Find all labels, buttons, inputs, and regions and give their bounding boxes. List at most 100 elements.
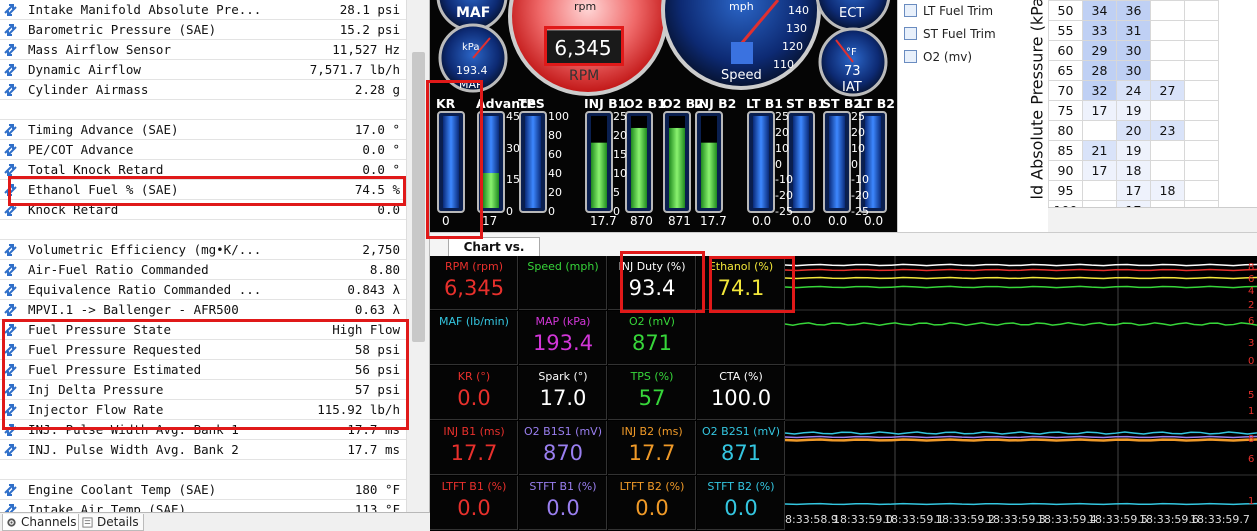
channel-row[interactable]: Timing Advance (SAE) 17.0 ° [0, 120, 406, 140]
readout-value: 0.0 [457, 386, 491, 410]
map-table-cell[interactable]: 29 [1082, 40, 1117, 61]
channel-arrows-icon [4, 284, 17, 296]
map-table-cell[interactable] [1184, 120, 1219, 141]
map-table-cell[interactable] [1150, 60, 1185, 81]
channel-row[interactable]: Total Knock Retard 0.0 ° [0, 160, 406, 180]
map-kpa-header[interactable]: 65 [1048, 60, 1083, 81]
map-table-cell[interactable]: 36 [1116, 0, 1151, 21]
map-kpa-header[interactable]: 60 [1048, 40, 1083, 61]
map-table-cell[interactable]: 17 [1116, 180, 1151, 201]
channel-row[interactable]: Intake Manifold Absolute Pre... 28.1 psi [0, 0, 406, 20]
map-table-cell[interactable] [1150, 20, 1185, 41]
map-kpa-header[interactable]: 85 [1048, 140, 1083, 161]
param-item-label: LT Fuel Trim [923, 4, 994, 18]
parameter-list: LT Fuel Trim ST Fuel Trim O2 (mv) [897, 0, 1022, 232]
channel-row[interactable]: INJ. Pulse Width Avg. Bank 1 17.7 ms [0, 420, 406, 440]
map-kpa-header[interactable]: 75 [1048, 100, 1083, 121]
map-kpa-header[interactable]: 50 [1048, 0, 1083, 21]
channel-row[interactable]: Engine Coolant Temp (SAE) 180 °F [0, 480, 406, 500]
bar-fill [631, 127, 647, 208]
channel-row[interactable]: Air-Fuel Ratio Commanded 8.80 [0, 260, 406, 280]
param-item-lt-fuel-trim[interactable]: LT Fuel Trim [904, 4, 993, 24]
map-kpa-header[interactable]: 80 [1048, 120, 1083, 141]
channel-row[interactable]: Fuel Pressure Estimated 56 psi [0, 360, 406, 380]
channel-row[interactable]: MPVI.1 -> Ballenger - AFR500 0.63 λ [0, 300, 406, 320]
tab-details[interactable]: Details [78, 514, 144, 531]
readout-cell: LTFT B2 (%) 0.0 [608, 476, 696, 530]
chart-edge-tick: 1 [1248, 406, 1255, 417]
channel-row[interactable]: Dynamic Airflow 7,571.7 lb/h [0, 60, 406, 80]
map-table-cell[interactable] [1150, 140, 1185, 161]
scrollbar-thumb[interactable] [412, 52, 425, 342]
channel-row[interactable]: Barometric Pressure (SAE) 15.2 psi [0, 20, 406, 40]
channel-row[interactable]: Volumetric Efficiency (mg•K/... 2,750 [0, 240, 406, 260]
map-table-cell[interactable] [1150, 160, 1185, 181]
map-table-cell[interactable]: 27 [1150, 80, 1185, 101]
channel-row[interactable]: Intake Air Temp (SAE) 113 °F [0, 500, 406, 512]
channel-name: Injector Flow Rate [28, 402, 164, 417]
map-table-cell[interactable] [1184, 100, 1219, 121]
map-table-cell[interactable] [1150, 40, 1185, 61]
map-table-cell[interactable]: 20 [1116, 120, 1151, 141]
map-table-cell[interactable] [1184, 60, 1219, 81]
map-table-cell[interactable]: 23 [1150, 120, 1185, 141]
channel-row[interactable]: PE/COT Advance 0.0 ° [0, 140, 406, 160]
map-table-cell[interactable]: 17 [1082, 100, 1117, 121]
channel-row[interactable]: Fuel Pressure State High Flow [0, 320, 406, 340]
map-table-cell[interactable] [1150, 100, 1185, 121]
map-kpa-header[interactable]: 70 [1048, 80, 1083, 101]
tab-channels[interactable]: Channels [2, 514, 82, 531]
map-table-cell[interactable]: 32 [1082, 80, 1117, 101]
map-table-cell[interactable] [1184, 180, 1219, 201]
map-table-cell[interactable]: 30 [1116, 60, 1151, 81]
map-table-cell[interactable]: 18 [1116, 160, 1151, 181]
channel-row[interactable]: Equivalence Ratio Commanded ... 0.843 λ [0, 280, 406, 300]
readout-value: 193.4 [532, 331, 594, 355]
param-item-st-fuel-trim[interactable]: ST Fuel Trim [904, 27, 996, 47]
map-table-cell[interactable]: 19 [1116, 100, 1151, 121]
channel-row[interactable]: INJ. Pulse Width Avg. Bank 2 17.7 ms [0, 440, 406, 460]
param-item-o2[interactable]: O2 (mv) [904, 50, 972, 70]
channel-row[interactable]: Ethanol Fuel % (SAE) 74.5 % [0, 180, 406, 200]
tab-chart-vs-time[interactable]: Chart vs. Time [448, 237, 540, 272]
map-table-cell[interactable]: 24 [1116, 80, 1151, 101]
map-table-cell[interactable] [1082, 120, 1117, 141]
map-kpa-header[interactable]: 55 [1048, 20, 1083, 41]
map-table-cell[interactable] [1184, 20, 1219, 41]
map-table-cell[interactable] [1184, 0, 1219, 21]
map-table-cell[interactable] [1082, 180, 1117, 201]
map-table-cell[interactable]: 18 [1150, 180, 1185, 201]
readout-label: LTFT B2 (%) [619, 480, 685, 493]
map-table-cell[interactable] [1184, 80, 1219, 101]
map-table-cell[interactable]: 21 [1082, 140, 1117, 161]
channel-arrows-icon [4, 324, 17, 336]
trace-o2 [785, 322, 1257, 326]
readout-value: 100.0 [710, 386, 772, 410]
channel-row[interactable]: Cylinder Airmass 2.28 g [0, 80, 406, 100]
map-kpa-header[interactable]: 90 [1048, 160, 1083, 181]
map-table-cell[interactable]: 31 [1116, 20, 1151, 41]
channel-row[interactable]: Inj Delta Pressure 57 psi [0, 380, 406, 400]
map-table-cell[interactable]: 17 [1082, 160, 1117, 181]
channel-row[interactable]: Fuel Pressure Requested 58 psi [0, 340, 406, 360]
readout-cell: Speed (mph) [519, 256, 607, 310]
map-table-cell[interactable] [1184, 40, 1219, 61]
map-table-cell[interactable] [1150, 0, 1185, 21]
channel-row[interactable]: Mass Airflow Sensor 11,527 Hz [0, 40, 406, 60]
map-table-cell[interactable]: 33 [1082, 20, 1117, 41]
map-table-cell[interactable]: 34 [1082, 0, 1117, 21]
map-table-cell[interactable]: 30 [1116, 40, 1151, 61]
map-kpa-header[interactable]: 95 [1048, 180, 1083, 201]
map-table-cell[interactable]: 28 [1082, 60, 1117, 81]
grid-icon [904, 4, 917, 17]
map-table-cell[interactable]: 19 [1116, 140, 1151, 161]
readout-label: O2 B1S1 (mV) [524, 425, 602, 438]
channel-list-scrollbar[interactable] [406, 0, 429, 512]
readout-value: 0.0 [724, 496, 758, 520]
param-item-label: ST Fuel Trim [923, 27, 996, 41]
map-table-cell[interactable] [1184, 140, 1219, 161]
map-table-hscrollbar[interactable] [1048, 207, 1257, 232]
map-table-cell[interactable] [1184, 160, 1219, 181]
channel-row[interactable]: Knock Retard 0.0 [0, 200, 406, 220]
channel-row[interactable]: Injector Flow Rate 115.92 lb/h [0, 400, 406, 420]
